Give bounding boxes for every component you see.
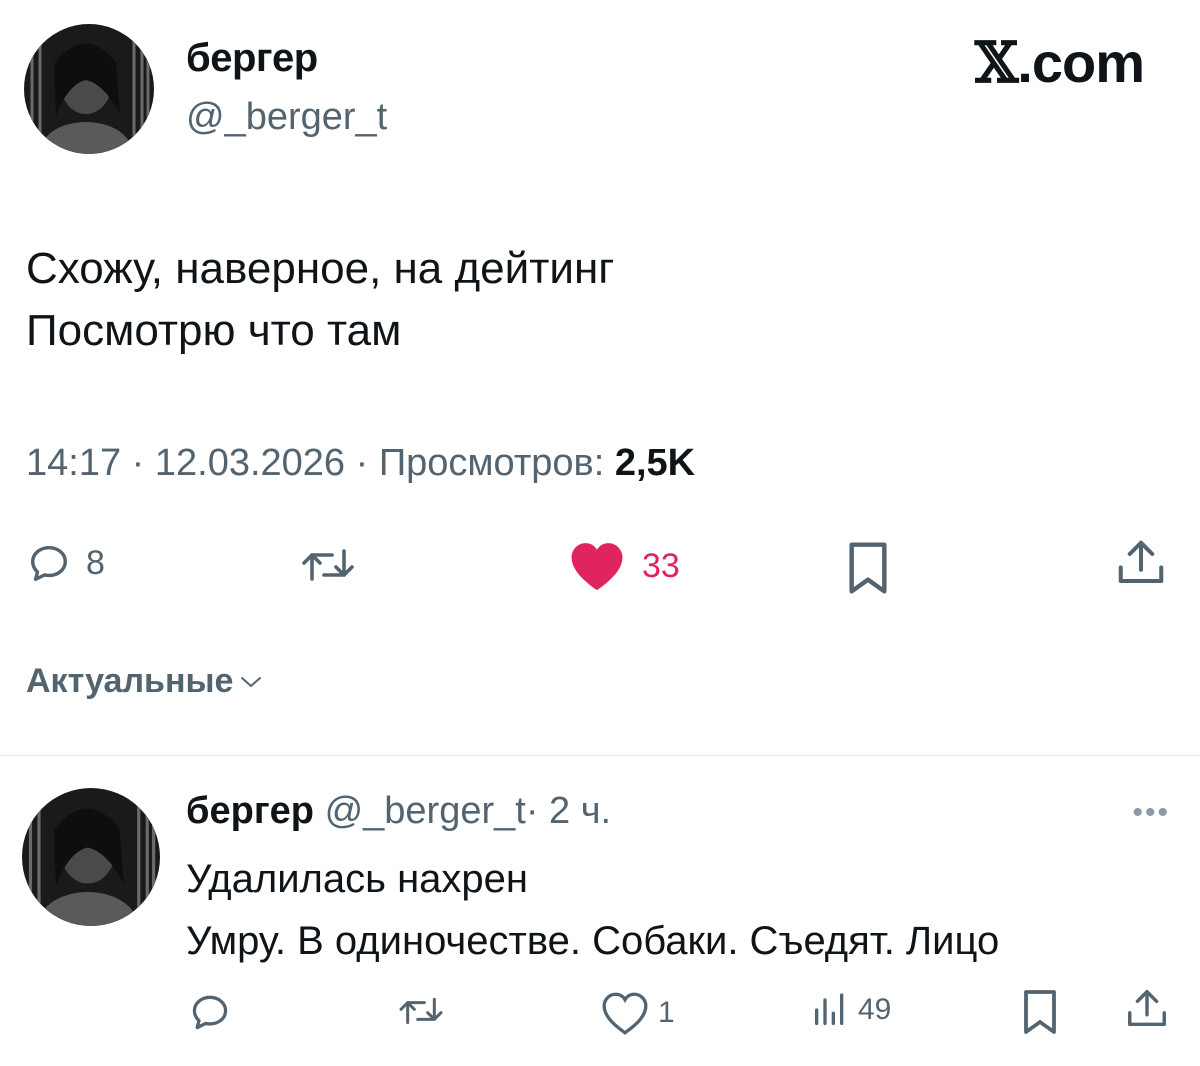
reply-count: 8 <box>86 543 105 582</box>
bookmark-icon <box>849 542 887 594</box>
avatar-photo <box>22 788 160 926</box>
reply-author-avatar[interactable] <box>22 788 160 926</box>
avatar-photo <box>24 24 154 154</box>
reply-time[interactable]: 2 ч. <box>549 790 611 832</box>
reply-like-button[interactable]: 1 <box>600 990 675 1036</box>
reply-retweet-button[interactable] <box>396 990 446 1032</box>
bookmark-icon <box>1024 990 1056 1034</box>
reply-icon <box>192 995 228 1030</box>
share-icon <box>1118 540 1164 584</box>
author-name[interactable]: бергер <box>186 36 318 81</box>
reply-icon <box>30 545 68 582</box>
heart-icon <box>602 992 648 1035</box>
more-options-button[interactable]: ••• <box>1132 796 1170 830</box>
section-divider <box>0 755 1200 756</box>
views-chart-icon <box>815 993 844 1025</box>
reply-reply-button[interactable] <box>188 990 232 1034</box>
share-icon <box>1128 990 1166 1027</box>
author-handle[interactable]: @_berger_t <box>186 96 387 139</box>
chevron-down-icon <box>241 676 262 687</box>
heart-filled-icon <box>571 543 623 591</box>
reply-text-line: Удалилась нахрен <box>186 857 529 901</box>
tweet-date[interactable]: 12.03.2026 <box>155 442 345 484</box>
reply-views-button[interactable]: 49 <box>810 990 891 1030</box>
views-count: 2,5K <box>614 442 696 484</box>
tweet-text-line: Схожу, наверное, на дейтинг <box>26 244 615 293</box>
tweet-text-line: Посмотрю что там <box>26 306 402 355</box>
x-logo-text: .com <box>1017 31 1145 94</box>
bookmark-button[interactable] <box>844 540 892 596</box>
tweet-text: Схожу, наверное, на дейтинг Посмотрю что… <box>26 238 614 362</box>
replies-sort-selector[interactable]: Актуальные <box>26 662 263 701</box>
x-logo: 𝕏.com <box>974 30 1145 96</box>
tweet-meta: 14:17 · 12.03.2026 · Просмотров: 2,5K <box>26 442 695 485</box>
views-label: Просмотров: <box>378 442 605 484</box>
tweet-time[interactable]: 14:17 <box>26 442 121 484</box>
retweet-button[interactable] <box>298 540 358 590</box>
reply-bookmark-button[interactable] <box>1020 988 1060 1036</box>
retweet-icon <box>302 549 354 581</box>
reply-text-line: Умру. В одиночестве. Собаки. Съедят. Лиц… <box>186 919 1000 963</box>
x-logo-mark: 𝕏 <box>974 30 1018 96</box>
reply-like-count: 1 <box>658 996 675 1029</box>
reply-views-count: 49 <box>858 993 892 1026</box>
like-button[interactable]: 33 <box>566 538 680 594</box>
meta-separator: · <box>355 442 369 484</box>
share-button[interactable] <box>1114 536 1168 590</box>
author-avatar[interactable] <box>24 24 154 154</box>
retweet-icon <box>399 997 443 1025</box>
reply-header: бергер @_berger_t· 2 ч. <box>186 790 611 833</box>
like-count: 33 <box>642 546 680 585</box>
replies-sort-label: Актуальные <box>26 662 234 700</box>
reply-text: Удалилась нахрен Умру. В одиночестве. Со… <box>186 848 999 972</box>
reply-author-handle[interactable]: @_berger_t <box>325 790 526 832</box>
reply-author-name[interactable]: бергер <box>186 790 314 832</box>
reply-share-button[interactable] <box>1124 986 1170 1032</box>
meta-separator: · <box>131 442 145 484</box>
reply-separator: · <box>525 790 539 832</box>
reply-button[interactable]: 8 <box>26 540 105 586</box>
